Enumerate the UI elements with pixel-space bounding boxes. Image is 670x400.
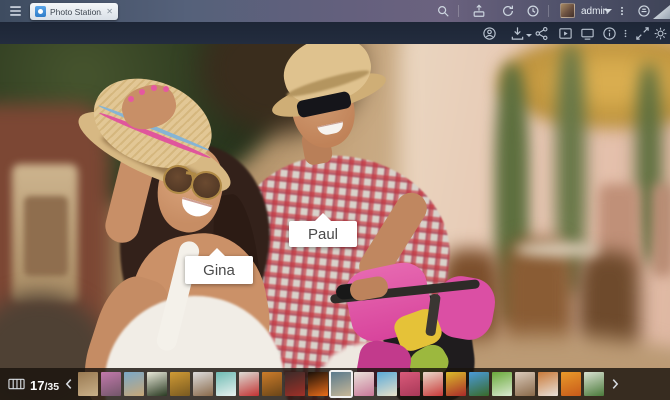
photo-scene-shape — [163, 86, 169, 92]
search-icon[interactable] — [436, 4, 450, 18]
filmstrip-thumbnail[interactable] — [561, 372, 581, 396]
tab-label: Photo Station... — [50, 7, 102, 17]
filmstrip-thumbnail[interactable] — [469, 372, 489, 396]
photo-scene-shape — [652, 184, 670, 276]
photo-scene-shape — [128, 96, 134, 102]
filmstrip-thumbnail[interactable] — [423, 372, 443, 396]
filmstrip-thumbnail[interactable] — [124, 372, 144, 396]
qts-top-bar: Photo Station... ✕ admin — [0, 0, 670, 22]
photo-station-app-icon — [35, 6, 46, 17]
filmstrip-thumbnail[interactable] — [147, 372, 167, 396]
toolbar-divider — [548, 5, 549, 17]
download-icon[interactable] — [510, 26, 525, 41]
cast-tv-icon[interactable] — [580, 26, 595, 41]
filmstrip-thumbnail[interactable] — [216, 372, 236, 396]
filmstrip-thumbnail[interactable] — [239, 372, 259, 396]
more-vertical-icon[interactable] — [617, 4, 627, 18]
face-tag-paul[interactable]: Paul — [289, 221, 357, 247]
toolbar-divider — [458, 5, 459, 17]
tab-close-icon[interactable]: ✕ — [106, 8, 113, 16]
filmstrip-thumbnail-selected[interactable] — [331, 372, 351, 396]
more-vertical-icon[interactable] — [621, 26, 630, 41]
dashboard-icon[interactable] — [637, 4, 651, 18]
filmstrip-thumbnails — [78, 372, 604, 396]
photo-counter: 17/35 — [30, 377, 59, 395]
fullscreen-icon[interactable] — [635, 26, 650, 41]
counter-current: 17 — [30, 378, 44, 393]
filmstrip-bar: 17/35 — [0, 368, 670, 400]
clock-icon[interactable] — [526, 4, 540, 18]
filmstrip-thumbnail[interactable] — [377, 372, 397, 396]
filmstrip-thumbnail[interactable] — [354, 372, 374, 396]
info-icon[interactable] — [602, 26, 617, 41]
share-icon[interactable] — [534, 26, 549, 41]
filmstrip-thumbnail[interactable] — [101, 372, 121, 396]
show-desktop-corner[interactable] — [653, 5, 670, 19]
face-tag-label: Gina — [203, 262, 235, 279]
face-tag-gina[interactable]: Gina — [185, 256, 253, 284]
filmstrip-thumbnail[interactable] — [492, 372, 512, 396]
tab-photo-station[interactable]: Photo Station... ✕ — [30, 3, 118, 20]
viewer-toolbar — [0, 22, 670, 44]
filmstrip-thumbnail[interactable] — [308, 372, 328, 396]
photo-scene-shape — [24, 196, 68, 276]
filmstrip-thumbnail[interactable] — [170, 372, 190, 396]
face-tag-icon[interactable] — [482, 26, 497, 41]
caret-down-icon[interactable] — [604, 9, 612, 13]
filmstrip-thumbnail[interactable] — [262, 372, 282, 396]
face-tag-pointer — [209, 248, 225, 256]
filmstrip-thumbnail[interactable] — [400, 372, 420, 396]
download-caret-icon[interactable] — [526, 34, 532, 37]
menu-icon[interactable] — [8, 4, 23, 18]
filmstrip-thumbnail[interactable] — [446, 372, 466, 396]
face-tag-pointer — [315, 213, 331, 221]
avatar[interactable] — [560, 3, 575, 18]
face-tag-label: Paul — [308, 226, 338, 243]
filmstrip-thumbnail[interactable] — [285, 372, 305, 396]
filmstrip-thumbnail[interactable] — [78, 372, 98, 396]
upload-icon[interactable] — [472, 4, 486, 18]
photo-scene-shape — [515, 242, 600, 257]
counter-total: 35 — [47, 381, 59, 393]
chevron-right-icon[interactable] — [608, 377, 622, 391]
filmstrip-thumbnail[interactable] — [193, 372, 213, 396]
filmstrip-thumbnail[interactable] — [538, 372, 558, 396]
filmstrip-icon — [8, 378, 25, 390]
background-tasks-icon[interactable] — [501, 4, 515, 18]
filmstrip-thumbnail[interactable] — [515, 372, 535, 396]
chevron-left-icon[interactable] — [62, 377, 76, 391]
slideshow-icon[interactable] — [558, 26, 573, 41]
filmstrip-thumbnail[interactable] — [584, 372, 604, 396]
photo-scene-shape — [139, 89, 145, 95]
settings-gear-icon[interactable] — [653, 26, 668, 41]
photo-scene-shape — [151, 85, 157, 91]
